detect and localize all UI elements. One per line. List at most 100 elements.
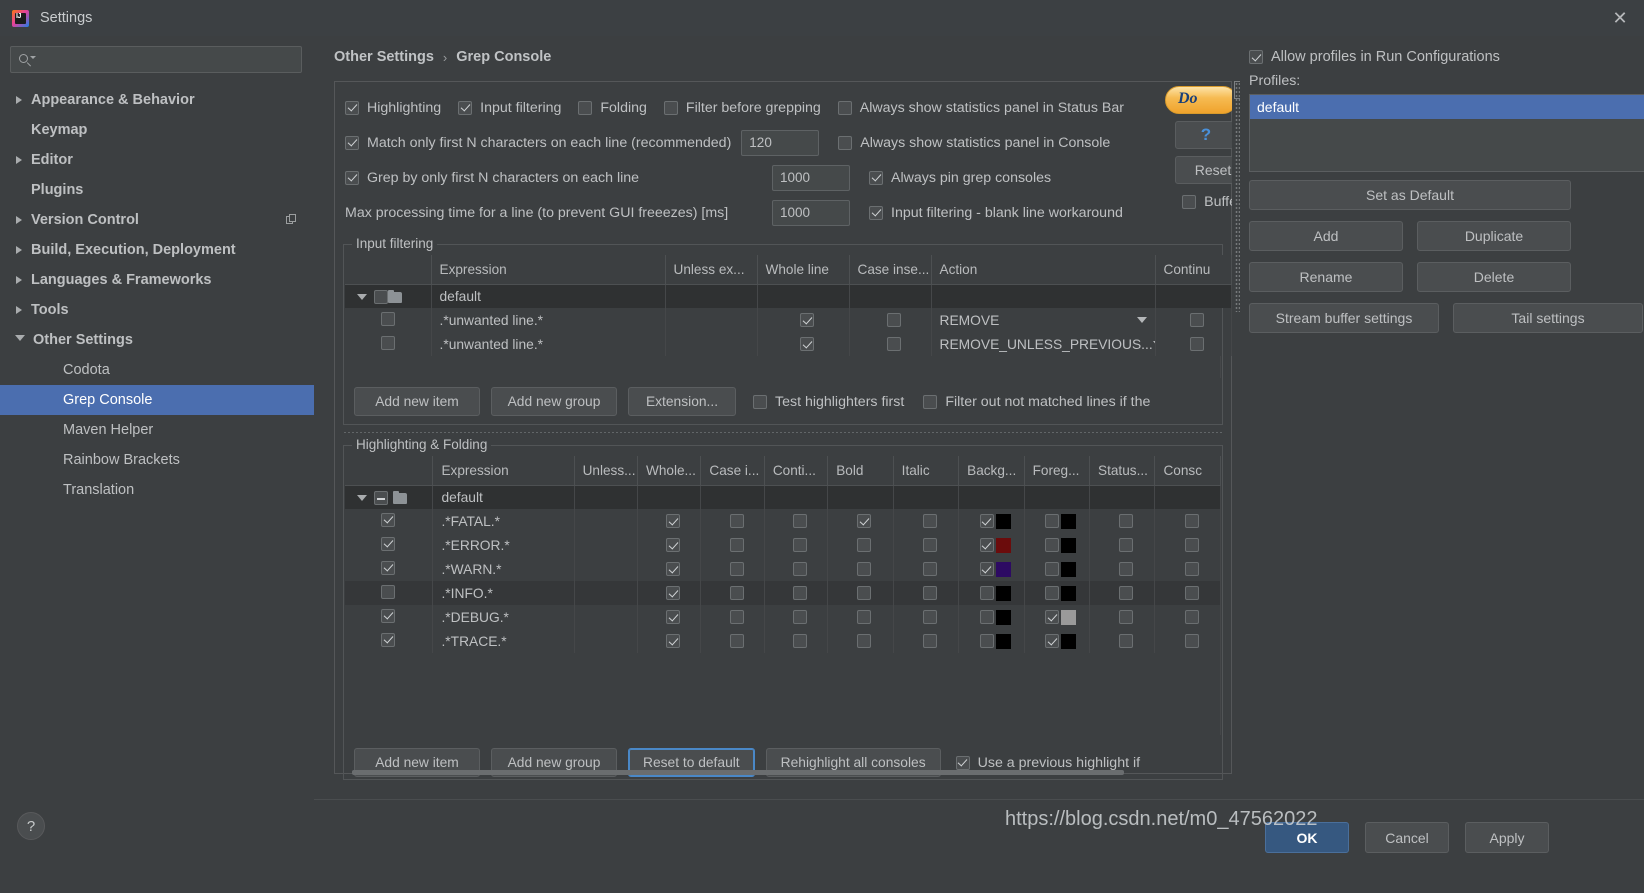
status-bar-checkbox-cell[interactable] — [1089, 485, 1156, 509]
bold-checkbox[interactable] — [857, 538, 872, 552]
action-cell[interactable] — [931, 284, 1156, 308]
foreground-color-swatch[interactable] — [1061, 537, 1077, 553]
action-cell[interactable]: REMOVE — [931, 308, 1156, 332]
italic-checkbox-cell[interactable] — [893, 629, 960, 653]
breadcrumb-parent[interactable]: Other Settings — [334, 49, 434, 65]
splitter-handle[interactable] — [343, 428, 1223, 437]
case-insensitive-checkbox-cell[interactable] — [849, 332, 932, 356]
column-header[interactable] — [345, 255, 432, 285]
background-color-checkbox[interactable] — [979, 586, 994, 600]
expression-cell[interactable]: .*DEBUG.* — [432, 605, 575, 629]
whole-line-checkbox-cell[interactable] — [757, 308, 850, 332]
italic-checkbox-cell[interactable] — [893, 509, 960, 533]
foreground-color-checkbox[interactable] — [1045, 514, 1060, 528]
option-highlighting[interactable]: Highlighting — [345, 100, 441, 116]
row-enabled-checkbox[interactable] — [381, 335, 395, 350]
search-input[interactable] — [37, 52, 277, 67]
if-add-new-item-button[interactable]: Add new item — [354, 387, 480, 416]
whole-line-checkbox-cell[interactable] — [637, 557, 702, 581]
status-bar-checkbox[interactable] — [1119, 586, 1134, 600]
case-insensitive-checkbox[interactable] — [729, 514, 744, 528]
max-processing-time-input[interactable] — [772, 199, 850, 226]
copy-icon[interactable] — [286, 214, 297, 225]
case-insensitive-checkbox-cell[interactable] — [700, 557, 765, 581]
expression-cell[interactable]: .*WARN.* — [432, 557, 575, 581]
chevron-down-icon[interactable] — [1136, 317, 1147, 323]
console-checkbox[interactable] — [1184, 610, 1199, 624]
sidebar-item-other-settings[interactable]: Other Settings — [0, 325, 314, 355]
case-insensitive-checkbox[interactable] — [729, 538, 744, 552]
option-filter-before-grepping[interactable]: Filter before grepping — [663, 100, 821, 116]
case-insensitive-checkbox-cell[interactable] — [700, 533, 765, 557]
foreground-color-checkbox[interactable] — [1045, 634, 1060, 648]
sidebar-item-version-control[interactable]: Version Control — [0, 205, 314, 235]
console-checkbox-cell[interactable] — [1154, 629, 1221, 653]
background-color-checkbox-cell[interactable] — [958, 533, 1025, 557]
case-insensitive-checkbox[interactable] — [729, 610, 744, 624]
whole-line-checkbox-cell[interactable] — [637, 509, 702, 533]
whole-line-checkbox[interactable] — [666, 538, 681, 552]
status-bar-checkbox[interactable] — [1119, 514, 1134, 528]
foreground-color-checkbox-cell[interactable] — [1024, 509, 1091, 533]
reset-button[interactable]: Reset — [1175, 156, 1237, 184]
case-insensitive-checkbox-cell[interactable] — [700, 485, 765, 509]
test-highlighters-checkbox[interactable] — [753, 394, 767, 409]
background-color-checkbox-cell[interactable] — [958, 605, 1025, 629]
column-header[interactable]: Foreg... — [1024, 456, 1091, 486]
continue-checkbox[interactable] — [793, 586, 808, 600]
continue-checkbox-cell[interactable] — [764, 629, 829, 653]
profiles-list[interactable]: default — [1249, 94, 1644, 172]
status-bar-checkbox-cell[interactable] — [1089, 533, 1156, 557]
close-icon[interactable]: ✕ — [1596, 0, 1644, 36]
bold-checkbox[interactable] — [857, 634, 872, 648]
column-header[interactable]: Expression — [432, 456, 575, 486]
background-color-swatch[interactable] — [995, 609, 1011, 625]
background-color-checkbox-cell[interactable] — [958, 485, 1025, 509]
expression-cell[interactable]: .*INFO.* — [432, 581, 575, 605]
case-insensitive-checkbox-cell[interactable] — [700, 629, 765, 653]
status-bar-checkbox[interactable] — [1119, 634, 1134, 648]
whole-line-checkbox-cell[interactable] — [757, 332, 850, 356]
row-enabled-checkbox[interactable] — [381, 560, 395, 575]
expression-cell[interactable]: .*TRACE.* — [432, 629, 575, 653]
bold-checkbox[interactable] — [857, 514, 872, 528]
italic-checkbox-cell[interactable] — [893, 581, 960, 605]
expression-cell[interactable]: .*unwanted line.* — [431, 308, 666, 332]
background-color-swatch[interactable] — [995, 585, 1011, 601]
sidebar-item-codota[interactable]: Codota — [0, 355, 314, 385]
sidebar-item-grep-console[interactable]: Grep Console — [0, 385, 314, 415]
continue-checkbox-cell[interactable] — [764, 605, 829, 629]
continue-cell[interactable] — [1155, 284, 1232, 308]
bold-checkbox[interactable] — [857, 562, 872, 576]
sidebar-item-appearance-behavior[interactable]: Appearance & Behavior — [0, 85, 314, 115]
search-box[interactable] — [10, 46, 302, 73]
case-insensitive-checkbox-cell[interactable] — [700, 581, 765, 605]
match-first-n-checkbox[interactable] — [345, 135, 359, 150]
background-color-checkbox[interactable] — [979, 610, 994, 624]
if-add-new-group-button[interactable]: Add new group — [491, 387, 617, 416]
action-cell[interactable]: REMOVE_UNLESS_PREVIOUS... — [931, 332, 1156, 356]
donate-button[interactable]: Do — [1165, 86, 1237, 114]
sidebar-item-translation[interactable]: Translation — [0, 475, 314, 505]
whole-line-checkbox[interactable] — [800, 337, 814, 351]
set-as-default-button[interactable]: Set as Default — [1249, 180, 1571, 210]
console-checkbox[interactable] — [1184, 586, 1199, 600]
option-checkbox[interactable] — [837, 100, 852, 115]
foreground-color-checkbox[interactable] — [1045, 562, 1060, 576]
bold-checkbox-cell[interactable] — [827, 533, 894, 557]
background-color-checkbox-cell[interactable] — [958, 629, 1025, 653]
italic-checkbox[interactable] — [922, 610, 937, 624]
column-header[interactable]: Status... — [1089, 456, 1156, 486]
status-bar-checkbox-cell[interactable] — [1089, 581, 1156, 605]
foreground-color-swatch[interactable] — [1061, 633, 1077, 649]
background-color-checkbox-cell[interactable] — [958, 557, 1025, 581]
bold-checkbox-cell[interactable] — [827, 605, 894, 629]
whole-line-checkbox[interactable] — [666, 514, 681, 528]
test-highlighters-option[interactable]: Test highlighters first — [753, 394, 904, 410]
whole-line-checkbox-cell[interactable] — [637, 605, 702, 629]
console-checkbox-cell[interactable] — [1154, 485, 1221, 509]
foreground-color-checkbox[interactable] — [1045, 538, 1060, 552]
whole-line-checkbox-cell[interactable] — [637, 533, 702, 557]
continue-checkbox-cell[interactable] — [764, 485, 829, 509]
bold-checkbox-cell[interactable] — [827, 509, 894, 533]
